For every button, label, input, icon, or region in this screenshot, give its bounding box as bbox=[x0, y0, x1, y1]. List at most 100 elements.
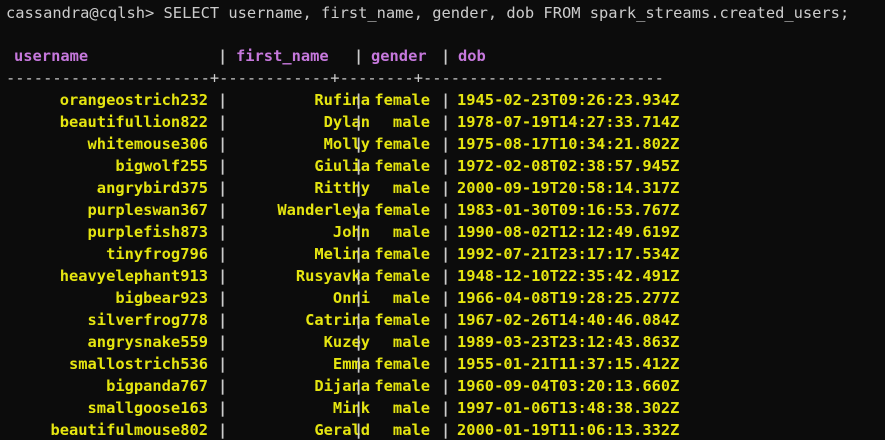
dob-cell: 2000-01-19T11:06:13.332Z bbox=[457, 421, 680, 439]
header-divider: ----------------------+------------+----… bbox=[6, 69, 664, 87]
column-separator: | bbox=[354, 157, 364, 175]
username-cell: bigpanda767 bbox=[106, 377, 208, 395]
gender-cell: male bbox=[392, 289, 430, 307]
first-name-cell: Mink bbox=[332, 399, 370, 417]
gender-cell: male bbox=[392, 223, 430, 241]
table-row: angrysnake559 Kuzey male 1989-03-23T23:12:4… bbox=[0, 331, 885, 353]
username-cell: orangeostrich232 bbox=[59, 91, 208, 109]
username-cell: whitemouse306 bbox=[87, 135, 208, 153]
shell-prompt: cassandra@cqlsh> bbox=[6, 4, 155, 22]
dob-cell: 1972-02-08T02:38:57.945Z bbox=[457, 157, 680, 175]
dob-cell: 1948-12-10T22:35:42.491Z bbox=[457, 267, 680, 285]
username-cell: smallostrich536 bbox=[69, 355, 208, 373]
column-separator: | bbox=[218, 201, 228, 219]
column-separator: | bbox=[354, 245, 364, 263]
dob-cell: 1955-01-21T11:37:15.412Z bbox=[457, 355, 680, 373]
column-separator: | bbox=[218, 289, 228, 307]
column-separator: | bbox=[441, 399, 451, 417]
first-name-cell: Ritthy bbox=[314, 179, 370, 197]
command-line[interactable]: cassandra@cqlsh> SELECT username, first_… bbox=[6, 2, 849, 24]
dob-cell: 1960-09-04T03:20:13.660Z bbox=[457, 377, 680, 395]
column-separator: | bbox=[218, 311, 228, 329]
first-name-cell: Kuzey bbox=[323, 333, 370, 351]
column-separator: | bbox=[218, 333, 228, 351]
column-separator: | bbox=[354, 355, 364, 373]
column-separator: | bbox=[354, 333, 364, 351]
gender-cell: male bbox=[392, 333, 430, 351]
column-header-gender: gender bbox=[371, 47, 427, 65]
gender-cell: male bbox=[392, 113, 430, 131]
column-separator: | bbox=[441, 179, 451, 197]
terminal-window[interactable]: cassandra@cqlsh> SELECT username, first_… bbox=[0, 0, 885, 440]
column-separator: | bbox=[441, 157, 451, 175]
column-separator: | bbox=[218, 355, 228, 373]
column-separator: | bbox=[441, 245, 451, 263]
gender-cell: female bbox=[374, 135, 430, 153]
column-separator: | bbox=[441, 201, 451, 219]
first-name-cell: Wanderleya bbox=[277, 201, 370, 219]
dob-cell: 1990-08-02T12:12:49.619Z bbox=[457, 223, 680, 241]
column-separator: | bbox=[354, 113, 364, 131]
column-separator: | bbox=[218, 135, 228, 153]
column-separator: | bbox=[441, 333, 451, 351]
column-separator: | bbox=[441, 311, 451, 329]
result-rows: orangeostrich232 Rufina female 1945-02-23T0… bbox=[0, 89, 885, 440]
username-cell: bigbear923 bbox=[115, 289, 208, 307]
gender-cell: male bbox=[392, 179, 430, 197]
dob-cell: 1992-07-21T23:17:17.534Z bbox=[457, 245, 680, 263]
first-name-cell: Molly bbox=[323, 135, 370, 153]
column-header-username: username bbox=[14, 47, 89, 65]
column-separator: | bbox=[218, 47, 228, 65]
column-separator: | bbox=[354, 135, 364, 153]
column-separator: | bbox=[441, 355, 451, 373]
dob-cell: 1966-04-08T19:28:25.277Z bbox=[457, 289, 680, 307]
username-cell: angrybird375 bbox=[96, 179, 208, 197]
table-row: angrybird375 Ritthy male 2000-09-19T20:58:1… bbox=[0, 177, 885, 199]
gender-cell: female bbox=[374, 355, 430, 373]
dob-cell: 1997-01-06T13:48:38.302Z bbox=[457, 399, 680, 417]
column-separator: | bbox=[354, 267, 364, 285]
first-name-cell: Catrina bbox=[305, 311, 370, 329]
column-separator: | bbox=[441, 289, 451, 307]
column-separator: | bbox=[354, 311, 364, 329]
table-row: smallgoose163 Mink male 1997-01-06T13:48:38… bbox=[0, 397, 885, 419]
column-separator: | bbox=[354, 421, 364, 439]
dob-cell: 1978-07-19T14:27:33.714Z bbox=[457, 113, 680, 131]
table-row: orangeostrich232 Rufina female 1945-02-23T0… bbox=[0, 89, 885, 111]
column-separator: | bbox=[354, 399, 364, 417]
username-cell: tinyfrog796 bbox=[106, 245, 208, 263]
dob-cell: 1989-03-23T23:12:43.863Z bbox=[457, 333, 680, 351]
table-row: smallostrich536 Emma female 1955-01-21T11:3… bbox=[0, 353, 885, 375]
dob-cell: 1945-02-23T09:26:23.934Z bbox=[457, 91, 680, 109]
dob-cell: 1983-01-30T09:16:53.767Z bbox=[457, 201, 680, 219]
first-name-cell: John bbox=[332, 223, 370, 241]
first-name-cell: Rufina bbox=[314, 91, 370, 109]
username-cell: purplefish873 bbox=[87, 223, 208, 241]
gender-cell: female bbox=[374, 91, 430, 109]
column-separator: | bbox=[218, 179, 228, 197]
column-separator: | bbox=[218, 267, 228, 285]
column-separator: | bbox=[441, 135, 451, 153]
column-separator: | bbox=[218, 113, 228, 131]
table-row: bigbear923 Onni male 1966-04-08T19:28:25.27… bbox=[0, 287, 885, 309]
column-separator: | bbox=[441, 113, 451, 131]
column-separator: | bbox=[218, 399, 228, 417]
column-separator: | bbox=[354, 179, 364, 197]
first-name-cell: Rusyavka bbox=[295, 267, 370, 285]
column-separator: | bbox=[441, 421, 451, 439]
column-separator: | bbox=[354, 47, 364, 65]
dob-cell: 1975-08-17T10:34:21.802Z bbox=[457, 135, 680, 153]
column-separator: | bbox=[218, 377, 228, 395]
column-separator: | bbox=[354, 223, 364, 241]
command-text: SELECT username, first_name, gender, dob… bbox=[154, 4, 850, 22]
first-name-cell: Onni bbox=[332, 289, 370, 307]
gender-cell: female bbox=[374, 201, 430, 219]
gender-cell: female bbox=[374, 245, 430, 263]
first-name-cell: Emma bbox=[332, 355, 370, 373]
username-cell: smallgoose163 bbox=[87, 399, 208, 417]
column-separator: | bbox=[441, 91, 451, 109]
username-cell: silverfrog778 bbox=[87, 311, 208, 329]
table-row: tinyfrog796 Melina female 1992-07-21T23:17:… bbox=[0, 243, 885, 265]
gender-cell: male bbox=[392, 421, 430, 439]
table-row: whitemouse306 Molly female 1975-08-17T10:34… bbox=[0, 133, 885, 155]
